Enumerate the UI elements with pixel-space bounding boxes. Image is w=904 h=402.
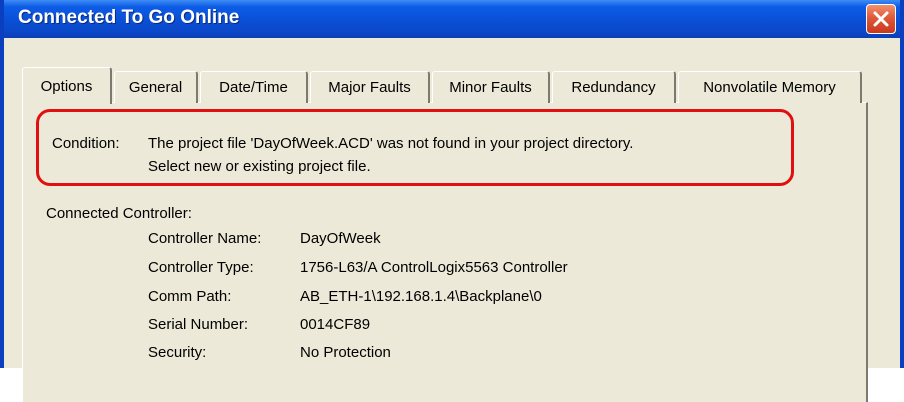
tab-nonvolatile-memory[interactable]: Nonvolatile Memory <box>678 71 862 103</box>
tab-minor-faults-label: Minor Faults <box>449 79 532 96</box>
tab-general-label: General <box>128 79 183 96</box>
condition-message-line-1: The project file 'DayOfWeek.ACD' was not… <box>148 135 634 152</box>
controller-type-value: 1756-L63/A ControlLogix5563 Controller <box>300 259 568 276</box>
tab-general[interactable]: General <box>114 71 198 103</box>
security-value: No Protection <box>300 344 391 361</box>
serial-number-value: 0014CF89 <box>300 316 371 333</box>
condition-message-line-2: Select new or existing project file. <box>148 158 371 175</box>
tab-nonvolatile-memory-label: Nonvolatile Memory <box>703 79 836 96</box>
connected-controller-heading: Connected Controller: <box>46 205 192 222</box>
security-label: Security: <box>148 344 207 361</box>
tab-date-time[interactable]: Date/Time <box>200 71 308 103</box>
comm-path-value: AB_ETH-1\192.168.1.4\Backplane\0 <box>300 288 542 305</box>
title-bar[interactable]: Connected To Go Online <box>4 0 900 38</box>
close-button[interactable] <box>866 4 896 34</box>
condition-label: Condition: <box>52 135 120 152</box>
tab-date-time-label: Date/Time <box>219 79 288 96</box>
tab-options[interactable]: Options <box>22 67 112 104</box>
controller-type-label: Controller Type: <box>148 259 254 276</box>
tab-major-faults[interactable]: Major Faults <box>310 71 430 103</box>
tab-major-faults-label: Major Faults <box>328 79 411 96</box>
window-title: Connected To Go Online <box>18 7 240 28</box>
tab-redundancy[interactable]: Redundancy <box>552 71 676 103</box>
tab-bar: Options General Date/Time Major Faults M… <box>22 67 868 104</box>
tab-options-label: Options <box>40 77 93 95</box>
serial-number-label: Serial Number: <box>148 316 249 333</box>
tab-redundancy-label: Redundancy <box>571 79 656 96</box>
controller-name-value: DayOfWeek <box>300 230 381 247</box>
controller-name-label: Controller Name: <box>148 230 262 247</box>
close-icon <box>873 11 889 27</box>
comm-path-label: Comm Path: <box>148 288 232 305</box>
tab-minor-faults[interactable]: Minor Faults <box>432 71 550 103</box>
